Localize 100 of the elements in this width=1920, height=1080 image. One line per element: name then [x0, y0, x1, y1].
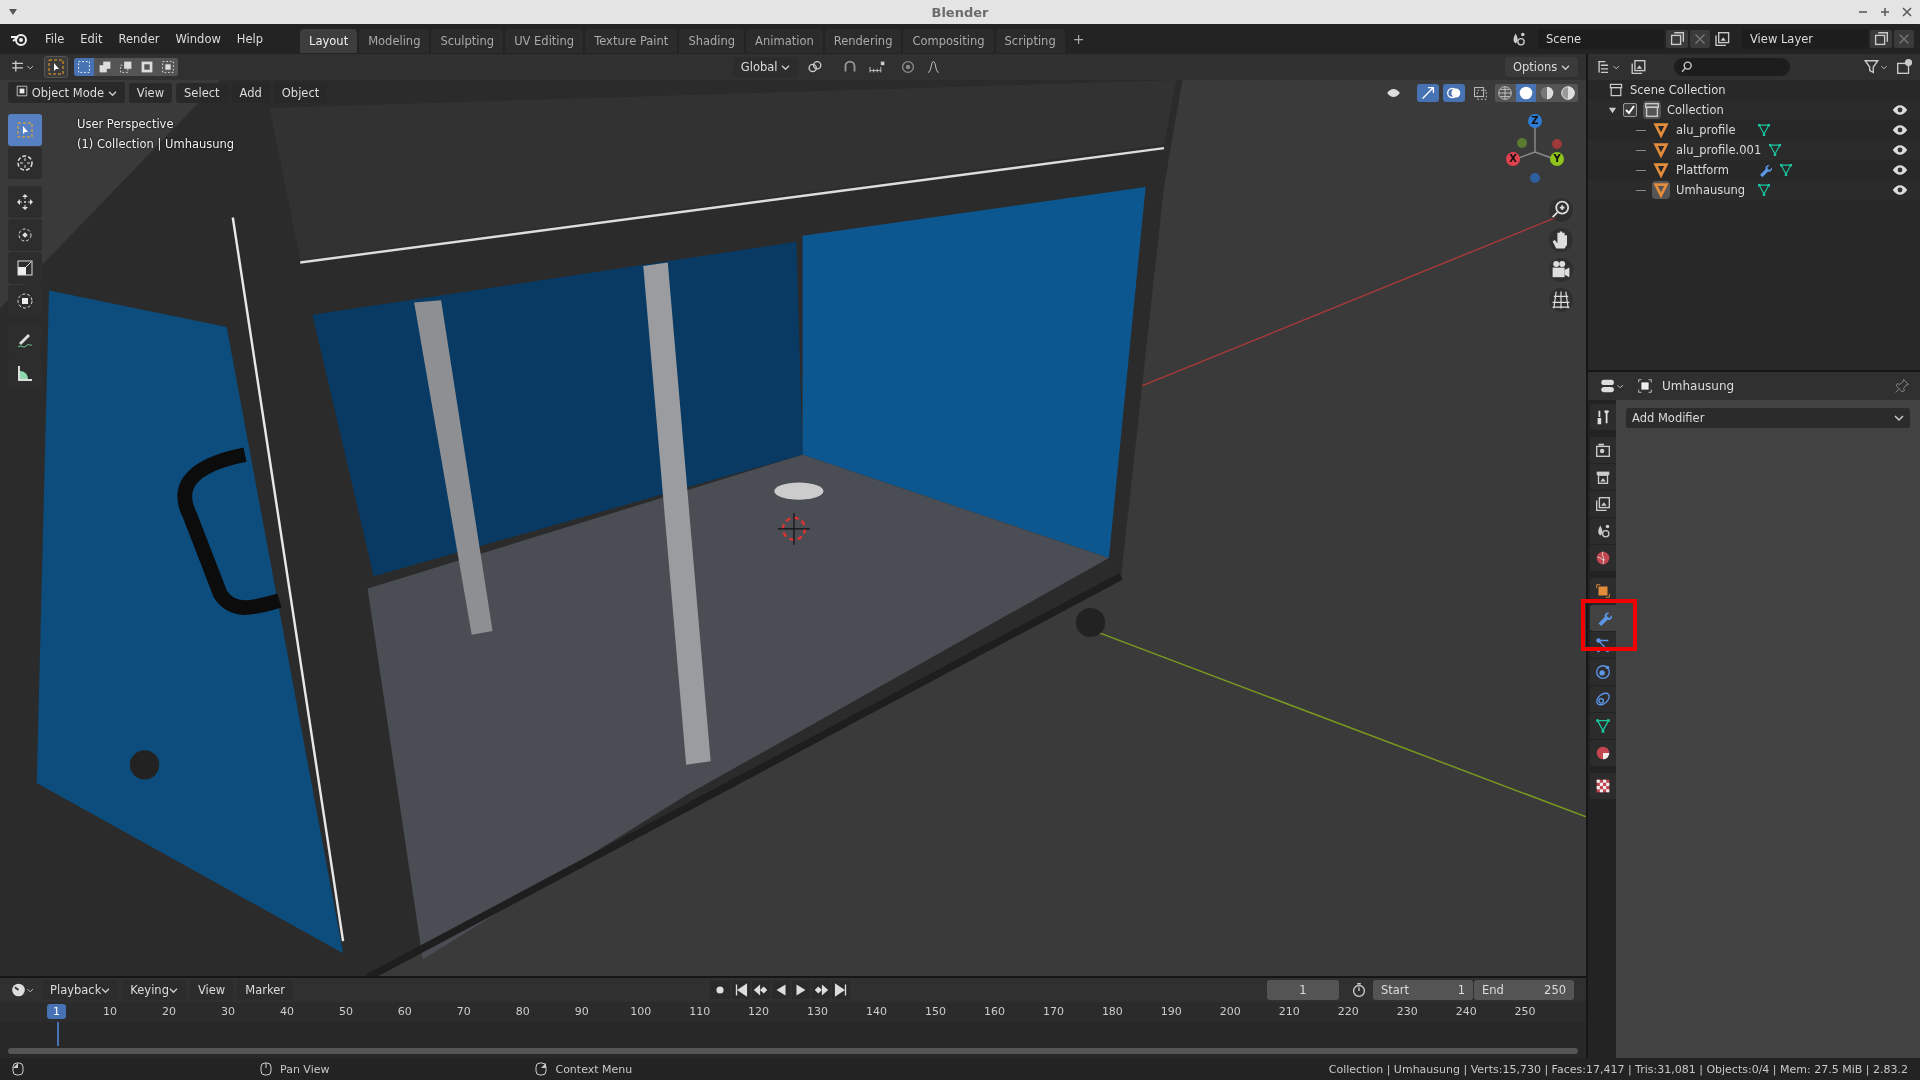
record-icon[interactable] [710, 981, 730, 999]
current-frame-field[interactable]: 1 [1267, 980, 1339, 1000]
timeline-menu[interactable]: Playback [42, 980, 119, 1000]
mouse-icon [12, 1062, 24, 1076]
hand-icon[interactable] [1549, 228, 1573, 252]
outliner-item[interactable]: alu_profile [1676, 123, 1750, 137]
zoom-icon[interactable] [1549, 198, 1573, 222]
options-dropdown[interactable]: Options [1504, 57, 1578, 77]
properties-tab[interactable] [1590, 437, 1616, 463]
menu-item[interactable]: Edit [73, 29, 110, 49]
workspace-tab[interactable]: Shading [679, 29, 745, 53]
mesh-data-icon[interactable] [1767, 142, 1784, 158]
scene-field[interactable]: Scene [1538, 29, 1664, 49]
grid-icon[interactable] [1549, 288, 1573, 312]
mesh-data-icon[interactable] [1756, 182, 1772, 198]
start-frame-field[interactable]: Start 1 [1373, 980, 1473, 1000]
menu-item[interactable]: Help [229, 29, 271, 49]
jump-start-icon[interactable] [732, 981, 750, 999]
add-modifier-dropdown[interactable]: Add Modifier [1626, 408, 1910, 428]
frame-number: 180 [1101, 1005, 1123, 1018]
workspace-tab[interactable]: Texture Paint [585, 29, 678, 53]
maximize-icon[interactable] [1880, 7, 1890, 17]
timeline-menu[interactable]: Keying [122, 980, 186, 1000]
previous-keyframe-icon[interactable] [752, 981, 770, 999]
workspace-tab[interactable]: UV Editing [505, 29, 584, 53]
workspace-tab[interactable]: Modeling [359, 29, 430, 53]
select-tool-icon[interactable] [44, 56, 68, 78]
new-collection-icon[interactable] [1894, 58, 1914, 76]
workspace-tab[interactable]: Scripting [995, 29, 1065, 53]
add-workspace-button[interactable]: + [1066, 31, 1091, 47]
next-keyframe-icon[interactable] [812, 981, 830, 999]
blender-logo-icon[interactable] [10, 31, 28, 47]
eye-icon[interactable] [1892, 123, 1908, 137]
frame-number: 140 [866, 1005, 888, 1018]
view-layer-field[interactable]: View Layer [1742, 29, 1868, 49]
jump-end-icon[interactable] [832, 981, 850, 999]
play-icon[interactable] [792, 981, 810, 999]
properties-tab[interactable] [1590, 491, 1616, 517]
gizmo-toggle-icon[interactable] [1417, 83, 1439, 102]
timeline-menu[interactable]: Marker [237, 980, 293, 1000]
menu-item[interactable]: Window [168, 29, 228, 49]
eye-icon[interactable] [1892, 163, 1908, 177]
rotate-tool-icon[interactable] [8, 219, 42, 251]
expand-triangle-icon[interactable] [1608, 105, 1617, 115]
playhead-frame-marker[interactable]: 1 [47, 1004, 66, 1019]
mode-dropdown[interactable]: Object Mode [8, 82, 125, 103]
workspace-tab[interactable]: Animation [746, 29, 823, 53]
shading-mode-icon[interactable] [1516, 83, 1536, 102]
axis-label[interactable]: Z [1528, 114, 1542, 128]
search-field[interactable] [1674, 58, 1790, 76]
workspace-tab[interactable]: Layout [300, 29, 358, 53]
viewport-menu[interactable]: Select [176, 82, 228, 103]
pin-icon[interactable] [1894, 378, 1910, 394]
exclude-checkbox[interactable] [1623, 103, 1637, 117]
frame-number: 220 [1337, 1005, 1359, 1018]
duplicate-icon[interactable] [1870, 30, 1892, 48]
properties-tab[interactable] [1590, 713, 1616, 739]
properties-tab[interactable] [1590, 773, 1616, 799]
shading-mode-icon[interactable] [1537, 83, 1557, 102]
outliner-item[interactable]: Umhausung [1676, 183, 1750, 197]
menu-item[interactable]: File [38, 29, 72, 49]
select-new-icon[interactable] [74, 58, 94, 76]
filter-icon[interactable] [1862, 58, 1890, 76]
workspace-tab[interactable]: Sculpting [431, 29, 504, 53]
eye-icon[interactable] [1892, 183, 1908, 197]
properties-tab[interactable] [1590, 740, 1616, 766]
outliner-item[interactable]: Collection [1667, 103, 1724, 117]
properties-tab[interactable] [1590, 518, 1616, 544]
properties-tab[interactable] [1590, 404, 1616, 430]
orientation-dropdown[interactable]: Global [732, 57, 799, 77]
frame-number: 10 [103, 1005, 118, 1018]
outliner-item[interactable]: alu_profile.001 [1676, 143, 1762, 157]
eye-icon[interactable] [1892, 103, 1908, 117]
mesh-data-icon[interactable] [1778, 162, 1794, 178]
outliner-item[interactable]: Scene Collection [1630, 83, 1726, 97]
axis-label[interactable]: Y [1550, 152, 1564, 166]
move-tool-icon[interactable] [8, 186, 42, 218]
outliner-item[interactable]: Plattform [1676, 163, 1750, 177]
play-reverse-icon[interactable] [772, 981, 790, 999]
scrollbar-thumb[interactable] [8, 1048, 1578, 1054]
shading-mode-icon[interactable] [1495, 83, 1515, 102]
cursor-tool-icon[interactable] [8, 147, 42, 179]
overlay-toggle-icon[interactable] [1443, 83, 1465, 102]
object-mode-icon [16, 85, 28, 97]
axis-label[interactable]: X [1506, 152, 1520, 166]
eye-icon[interactable] [1892, 143, 1908, 157]
properties-tab[interactable] [1590, 545, 1616, 571]
end-frame-field[interactable]: End 250 [1474, 980, 1574, 1000]
viewport-menu[interactable]: View [128, 82, 173, 103]
menu-item[interactable]: Render [111, 29, 167, 49]
timeline-menu[interactable]: View [189, 980, 234, 1000]
properties-tab[interactable] [1590, 464, 1616, 490]
workspace-tab[interactable]: Rendering [824, 29, 902, 53]
workspace-tab[interactable]: Compositing [903, 29, 994, 53]
camera-icon[interactable] [1549, 258, 1573, 282]
duplicate-icon[interactable] [1666, 30, 1688, 48]
checkmark-icon [1625, 105, 1635, 115]
shading-mode-icon[interactable] [1558, 83, 1578, 102]
close-icon[interactable] [1902, 7, 1912, 17]
mesh-data-icon[interactable] [1756, 122, 1772, 138]
